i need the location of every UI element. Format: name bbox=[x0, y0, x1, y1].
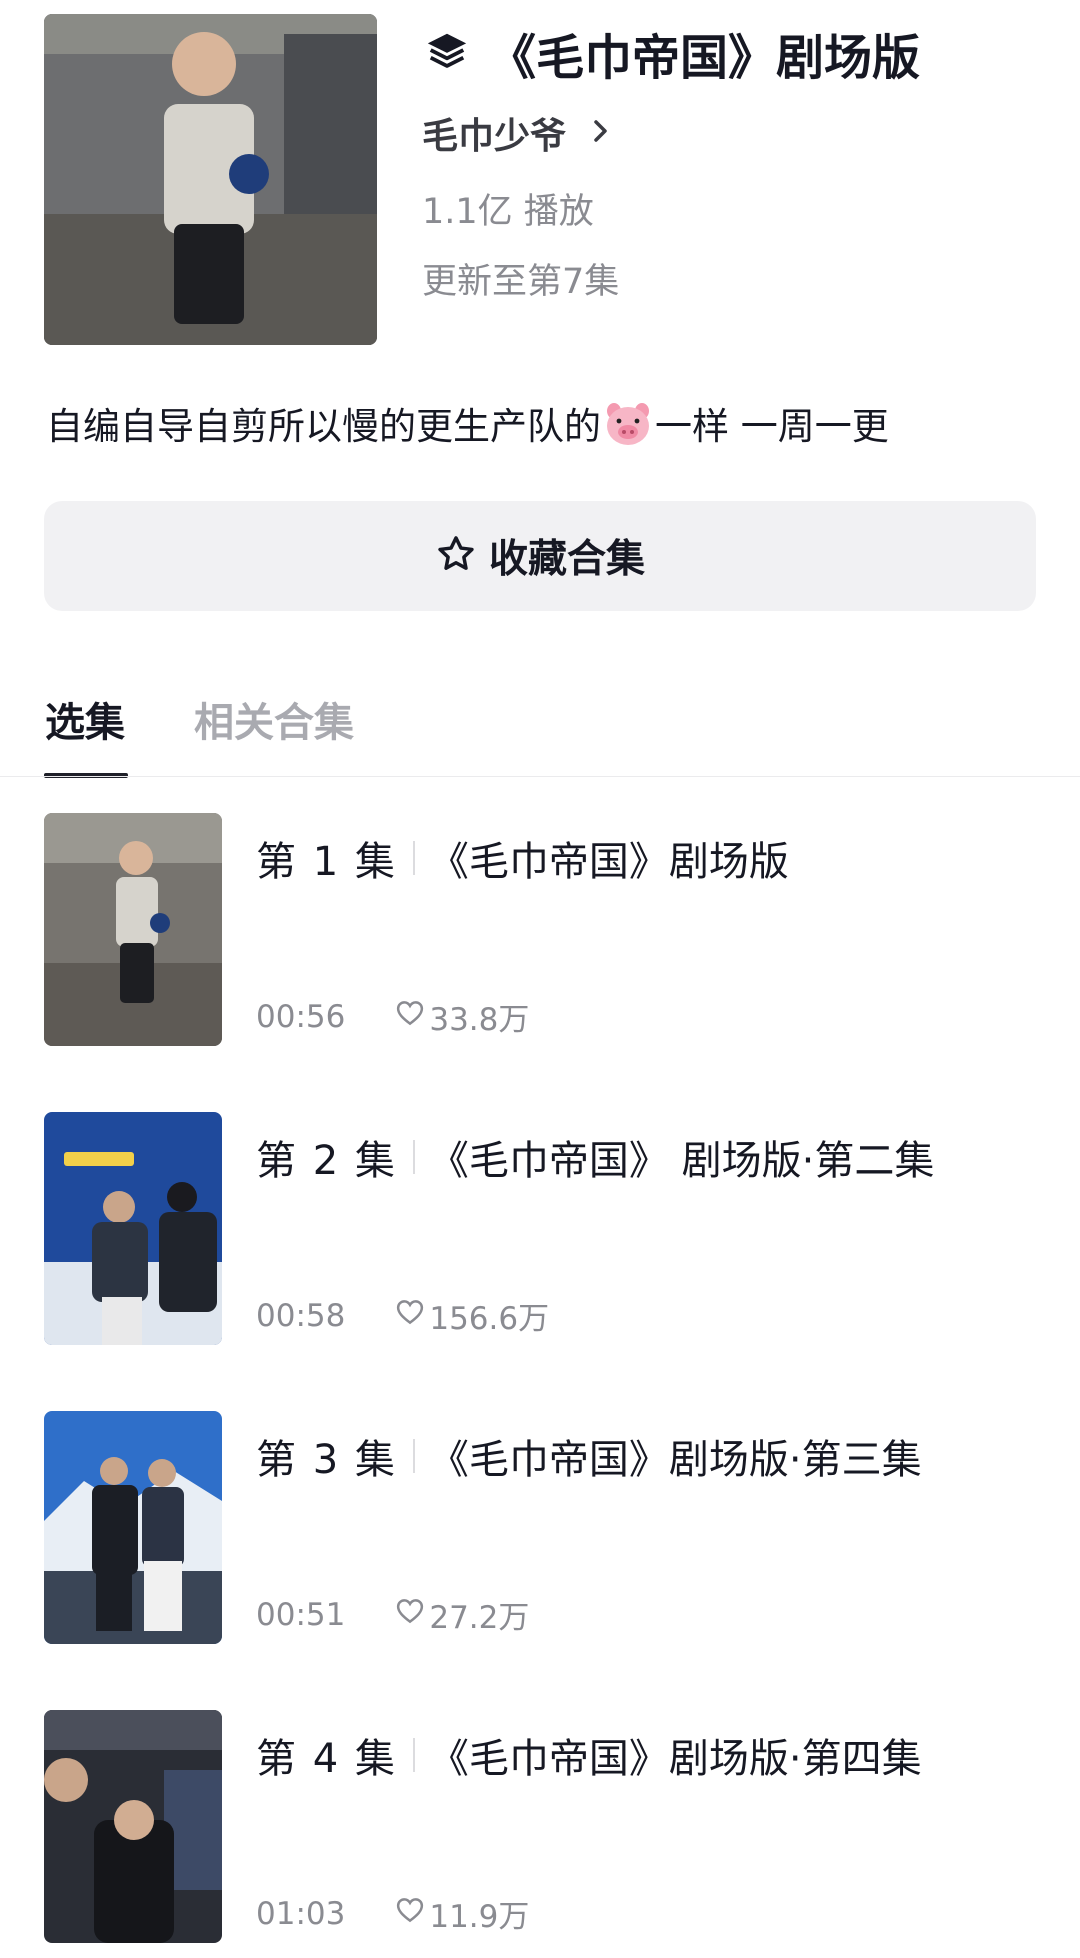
title-separator bbox=[412, 841, 415, 875]
episode-item-2[interactable]: 第 2 集 《毛巾帝国》 剧场版·第二集 00:58 156.6万 bbox=[0, 1112, 1080, 1346]
collection-description: 自编自导自剪所以慢的更生产队的 一样 一周一更 bbox=[46, 396, 889, 450]
tab-related-collections[interactable]: 相关合集 bbox=[194, 690, 354, 748]
chevron-right-icon bbox=[566, 119, 612, 147]
tab-episodes[interactable]: 选集 bbox=[45, 690, 125, 748]
episode-meta: 01:03 11.9万 bbox=[256, 1891, 529, 1936]
episode-number: 第 2 集 bbox=[256, 1138, 397, 1184]
heart-icon bbox=[345, 998, 429, 1036]
collect-collection-button[interactable]: 收藏合集 bbox=[44, 501, 1036, 611]
title-separator bbox=[412, 1140, 415, 1174]
episode-thumbnail bbox=[44, 813, 222, 1046]
episode-name: 《毛巾帝国》剧场版 bbox=[428, 839, 789, 885]
episode-duration: 00:51 bbox=[256, 1596, 346, 1633]
author-link[interactable]: 毛巾少爷 bbox=[422, 107, 612, 159]
collection-title-text: 《毛巾帝国》剧场版 bbox=[488, 30, 921, 86]
collection-title: 《毛巾帝国》剧场版 bbox=[424, 18, 920, 88]
episode-likes: 156.6万 bbox=[429, 1301, 550, 1337]
episode-name: 《毛巾帝国》剧场版·第三集 bbox=[428, 1437, 922, 1483]
star-outline-icon bbox=[435, 533, 489, 579]
episode-duration: 00:58 bbox=[256, 1297, 346, 1334]
episode-thumbnail bbox=[44, 1112, 222, 1345]
author-name: 毛巾少爷 bbox=[422, 116, 567, 157]
tab-divider bbox=[0, 776, 1080, 777]
episode-likes: 27.2万 bbox=[429, 1600, 530, 1636]
cover-photo bbox=[44, 14, 377, 345]
heart-icon bbox=[345, 1596, 429, 1634]
episode-likes: 33.8万 bbox=[429, 1002, 530, 1038]
collection-cover-image[interactable] bbox=[44, 14, 377, 345]
episode-title: 第 1 集 《毛巾帝国》剧场版 bbox=[256, 829, 789, 887]
episode-title: 第 2 集 《毛巾帝国》 剧场版·第二集 bbox=[256, 1128, 934, 1186]
episode-title: 第 4 集 《毛巾帝国》剧场版·第四集 bbox=[256, 1726, 922, 1784]
episode-meta: 00:51 27.2万 bbox=[256, 1592, 529, 1637]
episode-name: 《毛巾帝国》剧场版·第四集 bbox=[428, 1736, 922, 1782]
stack-layers-icon bbox=[424, 28, 488, 78]
episode-number: 第 3 集 bbox=[256, 1437, 397, 1483]
pig-face-emoji bbox=[601, 400, 655, 446]
heart-icon bbox=[345, 1297, 429, 1335]
description-text-2: 一样 一周一更 bbox=[655, 405, 889, 448]
episode-meta: 00:56 33.8万 bbox=[256, 994, 529, 1039]
title-separator bbox=[412, 1738, 415, 1772]
episode-item-4[interactable]: 第 4 集 《毛巾帝国》剧场版·第四集 01:03 11.9万 bbox=[0, 1710, 1080, 1944]
episode-meta: 00:58 156.6万 bbox=[256, 1293, 549, 1338]
play-count: 1.1亿 播放 bbox=[422, 192, 594, 232]
episode-number: 第 1 集 bbox=[256, 839, 397, 885]
episode-number: 第 4 集 bbox=[256, 1736, 397, 1782]
description-text-1: 自编自导自剪所以慢的更生产队的 bbox=[46, 405, 601, 448]
episode-title: 第 3 集 《毛巾帝国》剧场版·第三集 bbox=[256, 1427, 922, 1485]
episode-duration: 01:03 bbox=[256, 1895, 346, 1932]
episode-item-3[interactable]: 第 3 集 《毛巾帝国》剧场版·第三集 00:51 27.2万 bbox=[0, 1411, 1080, 1645]
episode-likes: 11.9万 bbox=[429, 1899, 530, 1935]
collect-button-label: 收藏合集 bbox=[488, 537, 645, 582]
episode-thumbnail bbox=[44, 1710, 222, 1943]
heart-icon bbox=[345, 1895, 429, 1933]
title-separator bbox=[412, 1439, 415, 1473]
episode-item-1[interactable]: 第 1 集 《毛巾帝国》剧场版 00:56 33.8万 bbox=[0, 813, 1080, 1047]
episode-duration: 00:56 bbox=[256, 998, 346, 1035]
episode-thumbnail bbox=[44, 1411, 222, 1644]
update-status: 更新至第7集 bbox=[422, 262, 620, 302]
episode-name: 《毛巾帝国》 剧场版·第二集 bbox=[428, 1138, 935, 1184]
